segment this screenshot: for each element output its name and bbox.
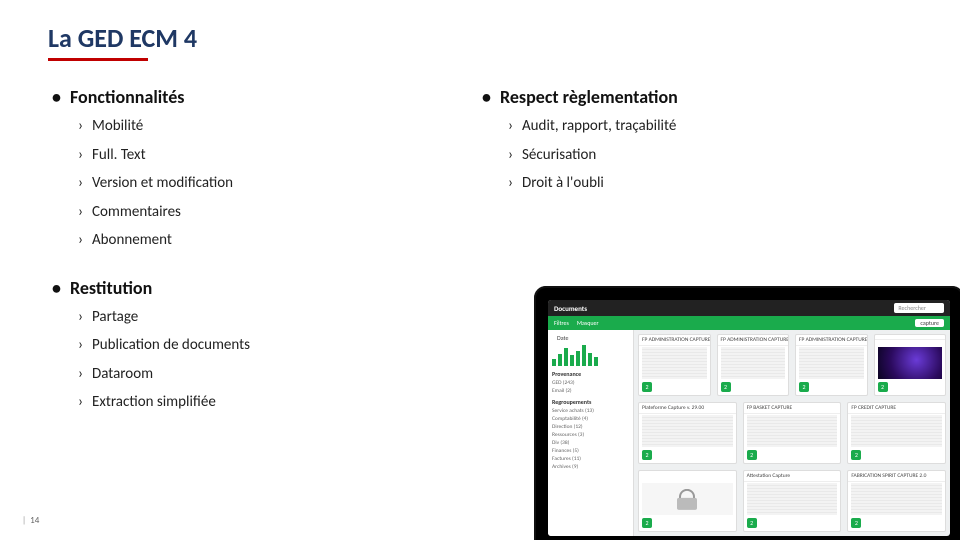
list-fonctionnalites: Mobilité Full. Text Version et modificat… xyxy=(92,112,450,255)
document-card[interactable]: FP ADMINISTRATION CAPTURE2 xyxy=(795,334,868,396)
sidebar-item[interactable]: Comptabilité (4) xyxy=(552,415,629,423)
list-item: Mobilité xyxy=(92,112,450,141)
card-badge: 2 xyxy=(747,518,757,528)
document-card[interactable]: FP BASKET CAPTURE2 xyxy=(743,402,842,464)
sidebar-item[interactable]: Archives (9) xyxy=(552,463,629,471)
laptop-mockup: Documents Rechercher Filtres Masquer cap… xyxy=(534,286,960,540)
document-card[interactable]: FP ADMINISTRATION CAPTURE2 xyxy=(638,334,711,396)
list-item: Audit, rapport, traçabilité xyxy=(522,112,900,141)
heading-reglementation: Respect règlementation xyxy=(500,86,900,108)
sidebar-label-regroupements: Regroupements xyxy=(552,398,629,406)
card-badge: 2 xyxy=(878,382,888,392)
document-card[interactable]: FABRICATION SPIRIT CAPTURE 2.02 xyxy=(847,470,946,532)
slide-title: La GED ECM 4 xyxy=(48,22,197,54)
card-badge: 2 xyxy=(747,450,757,460)
document-grid: FP ADMINISTRATION CAPTURE2 FP ADMINISTRA… xyxy=(634,330,950,536)
document-card[interactable]: FP ADMINISTRATION CAPTURE2 xyxy=(717,334,790,396)
laptop-screen: Documents Rechercher Filtres Masquer cap… xyxy=(548,300,950,536)
card-badge: 2 xyxy=(851,518,861,528)
app-title: Documents xyxy=(554,304,587,313)
list-item: Commentaires xyxy=(92,198,450,227)
heading-restitution: Restitution xyxy=(70,277,450,299)
list-item: Dataroom xyxy=(92,360,450,389)
date-pill[interactable]: Date xyxy=(552,334,629,342)
date-histogram xyxy=(552,344,629,366)
list-item: Publication de documents xyxy=(92,331,450,360)
sidebar-label-provenance: Provenance xyxy=(552,370,629,378)
document-card-locked[interactable]: 2 xyxy=(638,470,737,532)
app-topbar: Documents Rechercher xyxy=(548,300,950,316)
search-input[interactable]: Rechercher xyxy=(894,303,944,313)
document-card[interactable]: FP CREDIT CAPTURE2 xyxy=(847,402,946,464)
list-item: Droit à l'oubli xyxy=(522,169,900,198)
document-card[interactable]: Plateforme Capture v. 29.002 xyxy=(638,402,737,464)
list-item: Partage xyxy=(92,303,450,332)
hide-button[interactable]: Masquer xyxy=(577,319,599,327)
card-badge: 2 xyxy=(851,450,861,460)
sidebar-item[interactable]: Factures (11) xyxy=(552,455,629,463)
lock-icon xyxy=(677,489,697,511)
card-badge: 2 xyxy=(642,382,652,392)
list-item: Full. Text xyxy=(92,141,450,170)
sidebar-item[interactable]: Finances (5) xyxy=(552,447,629,455)
card-badge: 2 xyxy=(642,518,652,528)
list-item: Abonnement xyxy=(92,226,450,255)
sidebar-item[interactable]: GED (243) xyxy=(552,379,629,387)
filter-bar: Filtres Masquer capture xyxy=(548,316,950,330)
sidebar-item[interactable]: Email (2) xyxy=(552,387,629,395)
list-reglementation: Audit, rapport, traçabilité Sécurisation… xyxy=(522,112,900,198)
sidebar-item[interactable]: Div (38) xyxy=(552,439,629,447)
filter-label[interactable]: Filtres xyxy=(554,319,569,327)
list-item: Version et modification xyxy=(92,169,450,198)
list-restitution: Partage Publication de documents Dataroo… xyxy=(92,303,450,417)
sidebar-item[interactable]: Ressources (3) xyxy=(552,431,629,439)
card-badge: 2 xyxy=(799,382,809,392)
card-badge: 2 xyxy=(642,450,652,460)
page-number: |14 xyxy=(22,515,39,526)
list-item: Sécurisation xyxy=(522,141,900,170)
document-card[interactable]: 2 xyxy=(874,334,947,396)
title-underline xyxy=(48,58,148,61)
sidebar: Date Provenance GED (243) Email (2) Regr… xyxy=(548,330,634,536)
heading-fonctionnalites: Fonctionnalités xyxy=(70,86,450,108)
list-item: Extraction simplifiée xyxy=(92,388,450,417)
filter-pill[interactable]: capture xyxy=(915,319,944,327)
sidebar-item[interactable]: Service achats (13) xyxy=(552,407,629,415)
sidebar-item[interactable]: Direction (12) xyxy=(552,423,629,431)
card-badge: 2 xyxy=(721,382,731,392)
document-card[interactable]: Attestation Capture2 xyxy=(743,470,842,532)
